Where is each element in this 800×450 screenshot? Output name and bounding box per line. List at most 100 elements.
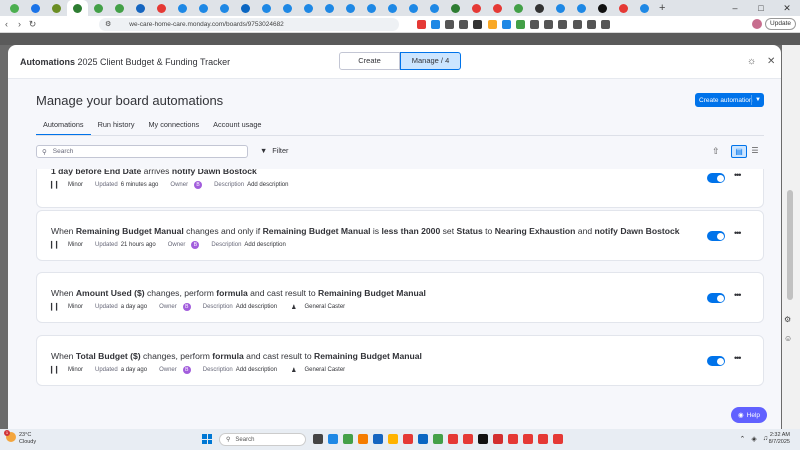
browser-tab[interactable] [508,0,529,16]
address-bar[interactable]: ⚙ we-care-home-care.monday.com/boards/97… [99,17,399,31]
browser-tab[interactable] [403,0,424,16]
taskbar-app-icon[interactable] [478,434,488,444]
site-info-icon[interactable]: ⚙ [105,20,111,28]
update-button[interactable]: Update [765,18,796,30]
taskbar-app-icon[interactable] [493,434,503,444]
card-view-icon[interactable]: ▤ [731,145,747,158]
taskbar-app-icon[interactable] [433,434,443,444]
taskbar-app-icon[interactable] [463,434,473,444]
extension-icon[interactable] [515,19,525,29]
more-options-icon[interactable]: ••• [734,170,742,180]
automation-toggle[interactable] [707,173,725,183]
taskbar-app-icon[interactable] [508,434,518,444]
taskbar-search-input[interactable]: ⚲ Search [219,433,306,446]
taskbar-app-icon[interactable] [553,434,563,444]
automation-toggle[interactable] [707,356,725,366]
extension-icon[interactable] [487,19,497,29]
help-button[interactable]: ◉ Help [731,407,767,423]
more-options-icon[interactable]: ••• [734,290,742,300]
create-tab[interactable]: Create [339,52,400,70]
new-tab-icon[interactable]: + [659,2,665,14]
maximize-icon[interactable]: □ [748,0,774,16]
extension-icon[interactable] [501,19,511,29]
start-icon[interactable] [202,434,212,444]
scrollbar-thumb[interactable] [787,190,793,300]
taskbar-app-icon[interactable] [358,434,368,444]
extension-icon[interactable] [444,19,454,29]
reload-icon[interactable]: ↻ [26,19,39,30]
add-description-link[interactable]: Add description [244,242,285,248]
add-description-link[interactable]: Add description [236,304,277,310]
export-icon[interactable]: ⇧ [712,146,720,157]
page-scrollbar[interactable] [782,45,800,429]
weather-widget[interactable]: 1 23°C Cloudy [4,430,36,446]
tab-account-usage[interactable]: Account usage [206,120,268,136]
taskbar-app-icon[interactable] [523,434,533,444]
automation-card[interactable]: 1 day before End Date arrives notify Daw… [36,169,764,208]
browser-tab[interactable] [172,0,193,16]
browser-tab[interactable] [235,0,256,16]
extension-icon[interactable] [473,19,483,29]
browser-tab[interactable] [634,0,655,16]
browser-tab[interactable] [319,0,340,16]
add-description-link[interactable]: Add description [247,182,288,188]
browser-tab[interactable] [466,0,487,16]
browser-tab[interactable] [298,0,319,16]
extension-icon[interactable] [430,19,440,29]
browser-tab[interactable] [550,0,571,16]
taskbar-app-icon[interactable] [448,434,458,444]
extension-icon[interactable] [416,19,426,29]
browser-tab[interactable] [487,0,508,16]
browser-tab[interactable] [571,0,592,16]
extension-icon[interactable] [601,19,611,29]
tab-automations[interactable]: Automations [36,120,91,136]
browser-tab[interactable] [592,0,613,16]
browser-tab[interactable] [67,0,88,16]
back-icon[interactable]: ‹ [0,19,13,29]
network-icon[interactable]: ◈ [751,435,756,443]
assistant-side-icon[interactable]: ☺ [784,334,792,343]
browser-tab[interactable] [382,0,403,16]
browser-tab[interactable] [529,0,550,16]
close-icon[interactable]: ✕ [767,56,775,67]
speaker-icon[interactable]: ♫ [763,435,768,443]
filter-button[interactable]: ▼ Filter [260,146,288,155]
browser-tab[interactable] [25,0,46,16]
close-window-icon[interactable]: ✕ [774,0,800,16]
extension-icon[interactable] [459,19,469,29]
browser-tab[interactable] [256,0,277,16]
taskbar-app-icon[interactable] [388,434,398,444]
browser-tab[interactable] [277,0,298,16]
extension-icon[interactable] [530,19,540,29]
taskbar-app-icon[interactable] [418,434,428,444]
feedback-icon[interactable]: ☼ [747,56,756,67]
browser-tab[interactable] [445,0,466,16]
taskbar-app-icon[interactable] [328,434,338,444]
browser-tab[interactable] [340,0,361,16]
forward-icon[interactable]: › [13,19,26,29]
owner-avatar[interactable]: B [191,241,200,249]
extension-icon[interactable] [544,19,554,29]
browser-tab[interactable] [214,0,235,16]
owner-avatar[interactable]: B [194,181,203,189]
browser-tab[interactable] [4,0,25,16]
extension-side-icon[interactable]: ⚙ [784,315,791,324]
browser-tab[interactable] [613,0,634,16]
browser-tab[interactable] [193,0,214,16]
chevron-up-icon[interactable]: ⌃ [739,435,745,443]
create-automation-button[interactable]: Create automation ▼ [695,93,764,107]
more-options-icon[interactable]: ••• [734,353,742,363]
automation-card[interactable]: When Remaining Budget Manual changes and… [36,210,764,261]
tab-my-connections[interactable]: My connections [141,120,206,136]
extension-icon[interactable] [586,19,596,29]
list-view-icon[interactable]: ☰ [747,145,763,158]
browser-tab[interactable] [109,0,130,16]
manage-tab[interactable]: Manage / 4 [400,52,461,70]
browser-tab[interactable] [361,0,382,16]
clock[interactable]: 2:32 AM 8/7/2025 [769,432,790,446]
extension-icon[interactable] [558,19,568,29]
search-input[interactable]: ⚲ Search [36,145,248,158]
more-options-icon[interactable]: ••• [734,228,742,238]
taskbar-app-icon[interactable] [343,434,353,444]
taskbar-app-icon[interactable] [403,434,413,444]
